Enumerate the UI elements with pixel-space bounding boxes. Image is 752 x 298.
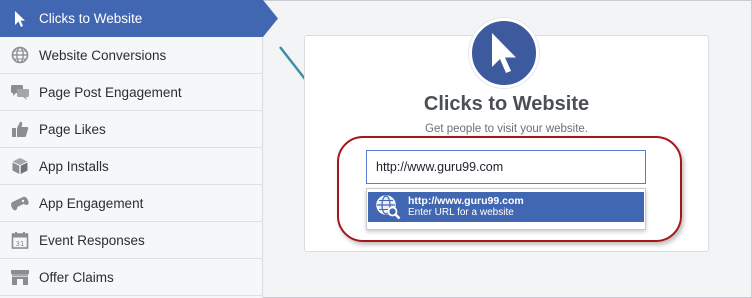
url-suggestion-dropdown: http://www.guru99.com Enter URL for a we… (366, 188, 646, 230)
suggestion-hint: Enter URL for a website (408, 207, 514, 218)
cursor-icon (469, 18, 539, 88)
suggestion-url: http://www.guru99.com (408, 195, 524, 207)
objective-title: Clicks to Website (423, 93, 590, 115)
objective-subtitle: Get people to visit your website. (425, 123, 588, 135)
url-suggestion-item[interactable]: http://www.guru99.com Enter URL for a we… (368, 192, 644, 222)
globe-search-icon (375, 194, 401, 220)
website-url-input[interactable] (366, 150, 646, 184)
